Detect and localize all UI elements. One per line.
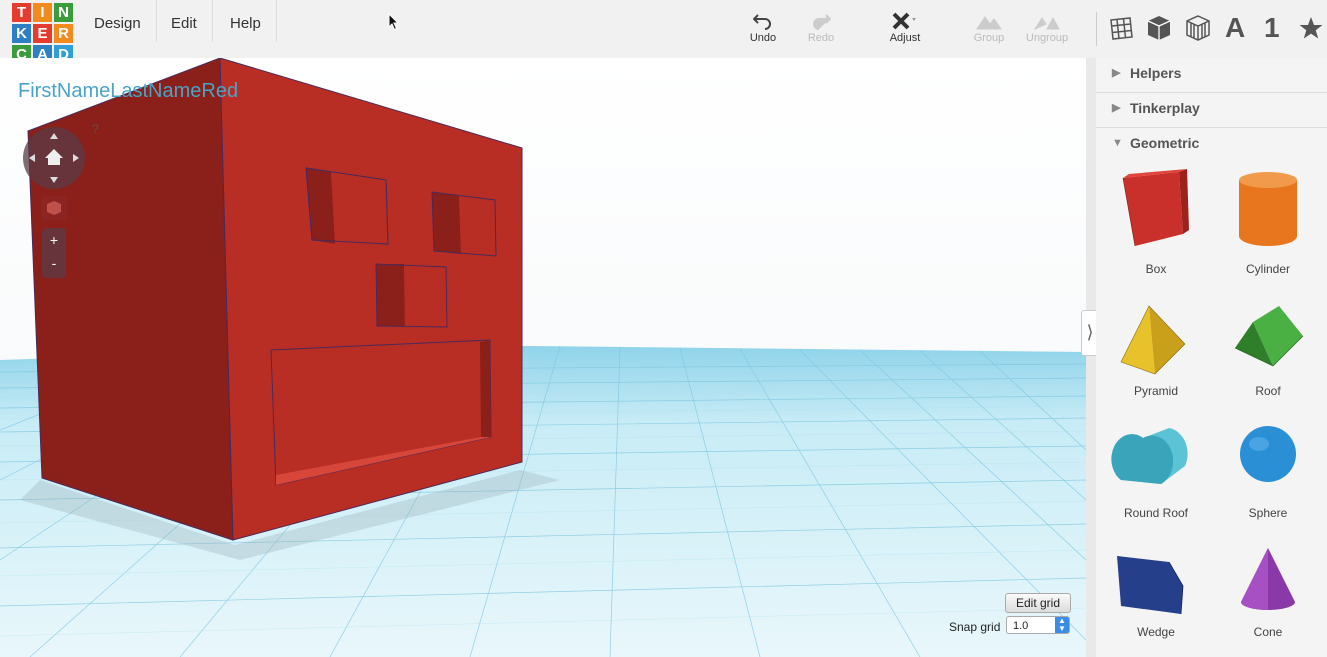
- ungroup-button[interactable]: Ungroup: [1017, 10, 1077, 44]
- view-cube-button[interactable]: [41, 196, 67, 220]
- undo-icon: [753, 14, 771, 30]
- shape-label: Cone: [1253, 625, 1283, 639]
- pyramid-icon: [1120, 305, 1186, 375]
- round-roof-icon: [1111, 428, 1188, 484]
- cone-icon: [1241, 548, 1295, 610]
- design-title[interactable]: FirstNameLastNameRed: [18, 80, 238, 103]
- shape-label: Wedge: [1137, 625, 1175, 639]
- shape-label: Cylinder: [1245, 262, 1290, 276]
- collapse-arrow-icon: ▼: [1112, 137, 1123, 149]
- workplane-scene: [0, 58, 1086, 657]
- shape-label: Roof: [1255, 384, 1281, 398]
- box-icon: [1122, 169, 1189, 247]
- menu-edit[interactable]: Edit: [156, 0, 213, 42]
- zoom-out-button[interactable]: -: [42, 253, 66, 278]
- ungroup-icon: [1033, 16, 1060, 30]
- undo-button[interactable]: Undo: [733, 10, 793, 44]
- orbit-arrows-icon: [29, 133, 79, 183]
- sphere-icon: [1240, 426, 1296, 482]
- shape-wedge[interactable]: Wedge: [1101, 538, 1211, 648]
- favorites-button[interactable]: [1298, 12, 1324, 44]
- expand-arrow-icon: ▶: [1112, 102, 1121, 114]
- group-label: Group: [973, 32, 1005, 44]
- adjust-icon: [892, 12, 916, 30]
- logo-letter: K: [12, 24, 31, 43]
- shape-box[interactable]: Box: [1101, 166, 1211, 276]
- grid-view-button[interactable]: [1108, 12, 1134, 44]
- shape-label: Round Roof: [1123, 506, 1189, 520]
- solid-view-button[interactable]: [1146, 12, 1172, 44]
- shape-cone[interactable]: Cone: [1213, 538, 1323, 648]
- logo-letter: T: [12, 3, 31, 22]
- select-spinner-icon: ▲ ▼: [1055, 617, 1069, 633]
- text-shapes-button[interactable]: A: [1225, 12, 1245, 44]
- logo-letter: E: [33, 24, 52, 43]
- panel-divider: [1086, 58, 1096, 657]
- redo-button[interactable]: Redo: [791, 10, 851, 44]
- shape-round-roof[interactable]: Round Roof: [1101, 414, 1211, 524]
- star-icon: [1299, 17, 1323, 39]
- zoom-in-button[interactable]: +: [42, 228, 66, 253]
- shape-pyramid[interactable]: Pyramid: [1101, 290, 1211, 400]
- tinkercad-logo[interactable]: T I N K E R C A D: [12, 3, 73, 64]
- edit-grid-button[interactable]: Edit grid: [1005, 593, 1072, 613]
- shape-label: Sphere: [1248, 506, 1288, 520]
- adjust-button[interactable]: Adjust: [875, 10, 935, 44]
- top-toolbar: T I N K E R C A D Design Edit Help Undo …: [0, 0, 1327, 64]
- shape-label: Pyramid: [1133, 384, 1178, 398]
- section-label: Helpers: [1130, 65, 1182, 81]
- shape-sphere[interactable]: Sphere: [1213, 414, 1323, 524]
- help-question-mark[interactable]: ?: [92, 122, 99, 136]
- roof-icon: [1234, 306, 1304, 367]
- section-label: Geometric: [1130, 135, 1200, 151]
- adjust-label: Adjust: [889, 32, 921, 44]
- redo-label: Redo: [807, 32, 835, 44]
- section-label: Tinkerplay: [1130, 100, 1200, 116]
- undo-label: Undo: [749, 32, 777, 44]
- section-tinkerplay[interactable]: ▶ Tinkerplay: [1096, 93, 1327, 128]
- ungroup-label: Ungroup: [1025, 32, 1069, 44]
- orbit-control[interactable]: [23, 127, 85, 189]
- solid-cube-icon: [1147, 16, 1171, 40]
- 3d-workplane[interactable]: FirstNameLastNameRed ? + -: [0, 58, 1086, 657]
- mouse-cursor-icon: [388, 13, 400, 31]
- expand-arrow-icon: ▶: [1112, 67, 1121, 79]
- redo-icon: [813, 14, 831, 30]
- shape-roof[interactable]: Roof: [1213, 290, 1323, 400]
- shapes-panel: ▶ Helpers ▶ Tinkerplay ▼ Geometric Box Cyli…: [1096, 58, 1327, 657]
- logo-letter: N: [54, 3, 73, 22]
- wireframe-view-button[interactable]: [1185, 12, 1211, 44]
- section-helpers[interactable]: ▶ Helpers: [1096, 58, 1327, 93]
- group-button[interactable]: Group: [959, 10, 1019, 44]
- home-icon: [45, 149, 63, 165]
- shape-label: Box: [1145, 262, 1167, 276]
- number-shapes-button[interactable]: 1: [1264, 12, 1280, 44]
- menu-help[interactable]: Help: [215, 0, 277, 42]
- snap-grid-label: Snap grid: [949, 620, 1001, 634]
- wireframe-cube-icon: [1186, 15, 1210, 41]
- grid-view-icon: [1110, 17, 1133, 40]
- view-cube-icon: [47, 201, 61, 215]
- zoom-control: + -: [42, 228, 66, 278]
- logo-letter: I: [33, 3, 52, 22]
- cylinder-icon: [1239, 172, 1297, 246]
- shape-cylinder[interactable]: Cylinder: [1213, 166, 1323, 276]
- wedge-icon: [1117, 556, 1184, 615]
- red-box-shape[interactable]: [27, 58, 523, 541]
- logo-letter: R: [54, 24, 73, 43]
- snap-grid-value: 1.0: [1013, 620, 1029, 632]
- menu-design[interactable]: Design: [79, 0, 157, 42]
- group-icon: [976, 16, 1002, 30]
- section-geometric[interactable]: ▼ Geometric: [1096, 128, 1327, 162]
- toolbar-divider: [1096, 12, 1097, 46]
- snap-grid-select[interactable]: 1.0 ▲ ▼: [1006, 616, 1070, 634]
